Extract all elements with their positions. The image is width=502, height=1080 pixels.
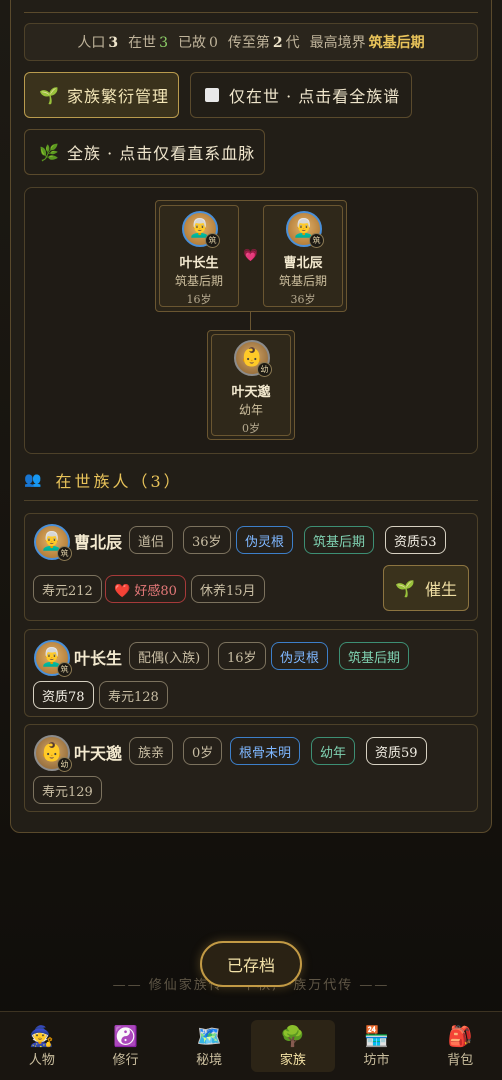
realm-tag: 筑基后期 xyxy=(304,526,375,554)
aptitude-tag: 资质59 xyxy=(366,737,427,765)
role-tag: 配偶(入族) xyxy=(129,642,210,670)
avatar: 👶 幼 xyxy=(234,340,272,377)
member-card-ye-changsheng[interactable]: 👨‍🦳 筑 叶长生 配偶(入族) 16岁 伪灵根 筑基后期 资质78 寿元128 xyxy=(24,629,478,717)
root-tag: 伪灵根 xyxy=(271,642,329,670)
shop-icon: 🏪 xyxy=(364,1023,389,1048)
sprout-icon: 🌱 xyxy=(39,85,60,105)
yin-yang-icon: ☯️ xyxy=(113,1023,138,1048)
avatar: 👨‍🦳 筑 xyxy=(34,640,72,677)
root-tag: 根骨未明 xyxy=(230,737,301,765)
lifespan-tag: 寿元212 xyxy=(33,575,102,603)
nav-market[interactable]: 🏪 坊市 xyxy=(335,1012,419,1080)
aptitude-tag: 资质53 xyxy=(385,526,446,554)
stat-generation: 传至第 2 代 xyxy=(227,35,300,51)
all-clan-toggle[interactable]: 🌿 全族 · 点击仅看直系血脉 xyxy=(24,129,265,175)
avatar: 👨‍🦳 筑 xyxy=(34,524,72,561)
map-icon: 🗺️ xyxy=(196,1023,222,1048)
alive-members-header: 👥 在世族人（3） xyxy=(24,472,183,491)
realm-tag: 筑基后期 xyxy=(339,642,410,670)
nav-character[interactable]: 🧙 人物 xyxy=(0,1012,84,1080)
stat-alive: 在世 3 xyxy=(128,35,168,51)
saved-indicator[interactable]: 已存档 xyxy=(200,941,302,987)
root-tag: 伪灵根 xyxy=(236,526,294,554)
backpack-icon: 🎒 xyxy=(447,1023,473,1048)
tree-node-ye-changsheng[interactable]: 👨‍🦳 筑 叶长生 筑基后期 16岁 xyxy=(159,205,239,307)
tree-icon: 🌳 xyxy=(280,1023,306,1048)
avatar: 👨‍🦳 筑 xyxy=(286,211,324,248)
member-card-ye-tianmiao[interactable]: 👶 幼 叶天邈 族亲 0岁 根骨未明 幼年 资质59 寿元129 xyxy=(24,724,478,812)
age-tag: 0岁 xyxy=(183,737,223,765)
age-tag: 16岁 xyxy=(218,642,266,670)
leaf-icon: 🌿 xyxy=(39,142,60,162)
wizard-icon: 🧙 xyxy=(29,1023,55,1048)
role-tag: 道侣 xyxy=(129,526,174,554)
stat-highest-realm: 最高境界 筑基后期 xyxy=(309,35,425,51)
lifespan-tag: 寿元128 xyxy=(99,681,168,709)
aptitude-tag: 资质78 xyxy=(33,681,94,709)
clan-stats-bar: 人口 3 在世 3 已故 0 传至第 2 代 最高境界 筑基后期 xyxy=(24,23,478,61)
sprout-icon: 🌱 xyxy=(395,578,415,598)
member-card-cao-beichen[interactable]: 👨‍🦳 筑 曹北辰 道侣 36岁 伪灵根 筑基后期 资质53 寿元212 ❤️ 好… xyxy=(24,513,478,621)
divider xyxy=(24,12,478,13)
nav-backpack[interactable]: 🎒 背包 xyxy=(418,1012,502,1080)
heart-icon: 💗 xyxy=(243,248,258,262)
avatar: 👨‍🦳 筑 xyxy=(182,211,220,248)
divider xyxy=(24,500,478,501)
alive-only-toggle[interactable]: 仅在世 · 点击看全族谱 xyxy=(190,72,412,118)
bottom-nav: 🧙 人物 ☯️ 修行 🗺️ 秘境 🌳 家族 🏪 坊市 🎒 背包 xyxy=(0,1011,502,1080)
rest-tag: 休养15月 xyxy=(191,575,265,603)
stat-population: 人口 3 xyxy=(77,35,119,51)
nav-cultivation[interactable]: ☯️ 修行 xyxy=(84,1012,168,1080)
lineage-connector xyxy=(250,312,251,332)
role-tag: 族亲 xyxy=(129,737,174,765)
tree-node-ye-tianmiao[interactable]: 👶 幼 叶天邈 幼年 0岁 xyxy=(211,334,291,436)
nav-family[interactable]: 🌳 家族 xyxy=(251,1020,335,1072)
tree-node-cao-beichen[interactable]: 👨‍🦳 筑 曹北辰 筑基后期 36岁 xyxy=(263,205,343,307)
nav-secret-realm[interactable]: 🗺️ 秘境 xyxy=(167,1012,251,1080)
affection-tag: ❤️ 好感80 xyxy=(105,575,186,603)
urge-birth-button[interactable]: 🌱 催生 xyxy=(383,565,469,611)
people-icon: 👥 xyxy=(24,472,42,488)
age-tag: 36岁 xyxy=(183,526,231,554)
stat-dead: 已故 0 xyxy=(178,35,218,51)
lifespan-tag: 寿元129 xyxy=(33,776,102,804)
checkbox-icon xyxy=(205,88,219,102)
family-manage-button[interactable]: 🌱 家族繁衍管理 xyxy=(24,72,179,118)
avatar: 👶 幼 xyxy=(34,735,72,772)
realm-tag: 幼年 xyxy=(311,737,356,765)
